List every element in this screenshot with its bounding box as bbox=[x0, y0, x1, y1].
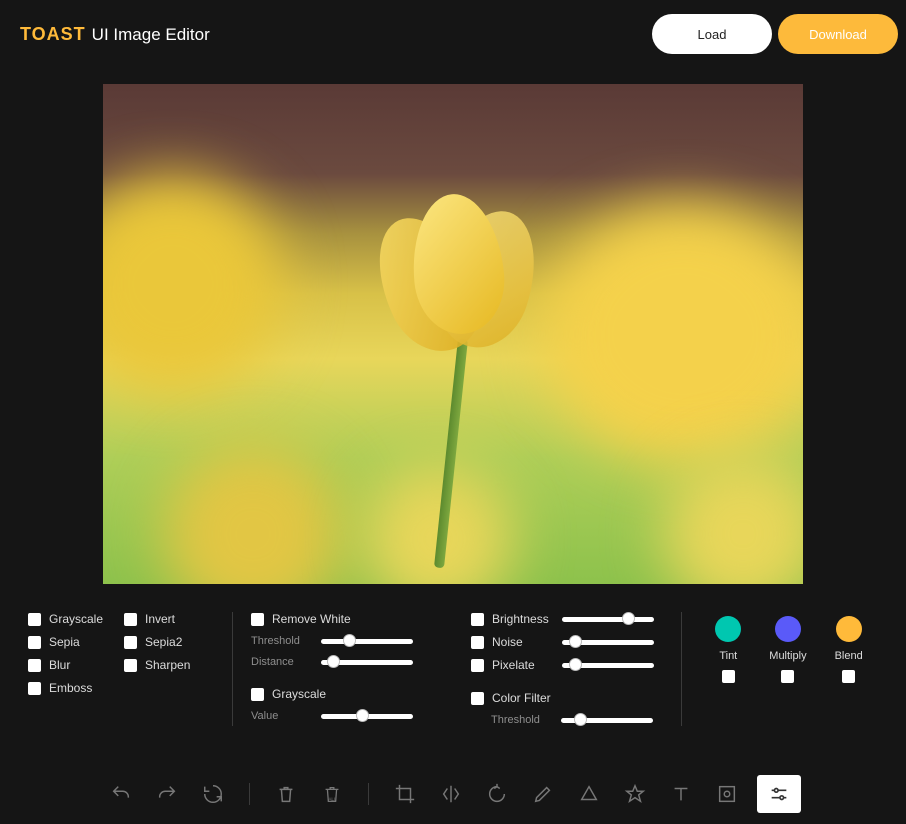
filter-label: Sharpen bbox=[145, 658, 190, 672]
checkbox-icon bbox=[251, 613, 264, 626]
reset-button[interactable] bbox=[197, 778, 229, 810]
blend-checkbox[interactable] bbox=[842, 670, 855, 683]
swatch-label: Tint bbox=[719, 650, 737, 662]
flip-button[interactable] bbox=[435, 778, 467, 810]
checkbox-icon bbox=[28, 636, 41, 649]
filter-color-filter[interactable]: Color Filter bbox=[471, 691, 671, 705]
brightness-slider[interactable] bbox=[562, 613, 654, 625]
checkbox-icon bbox=[471, 613, 484, 626]
grayscale-value-slider[interactable] bbox=[321, 710, 413, 722]
checkbox-icon bbox=[28, 659, 41, 672]
rotate-button[interactable] bbox=[481, 778, 513, 810]
filter-label: Sepia2 bbox=[145, 635, 182, 649]
swatch-label: Multiply bbox=[769, 650, 806, 662]
filter-blur[interactable]: Blur bbox=[28, 658, 124, 672]
swatch-label: Blend bbox=[835, 650, 863, 662]
checkbox-icon bbox=[471, 636, 484, 649]
text-button[interactable] bbox=[665, 778, 697, 810]
slider-label: Value bbox=[251, 710, 311, 722]
checkbox-icon bbox=[28, 682, 41, 695]
crop-button[interactable] bbox=[389, 778, 421, 810]
download-button[interactable]: Download bbox=[778, 14, 898, 54]
blend-color-swatch[interactable] bbox=[836, 616, 862, 642]
remove-white-threshold-slider[interactable] bbox=[321, 635, 413, 647]
image-canvas[interactable] bbox=[103, 84, 803, 584]
filter-label: Brightness bbox=[492, 612, 554, 626]
slider-label: Threshold bbox=[251, 635, 311, 647]
filter-label: Remove White bbox=[272, 612, 351, 626]
checkbox-icon bbox=[124, 636, 137, 649]
app-logo: TOAST UI Image Editor bbox=[20, 24, 210, 45]
filter-noise[interactable]: Noise bbox=[471, 635, 671, 649]
filter-label: Emboss bbox=[49, 681, 92, 695]
redo-button[interactable] bbox=[151, 778, 183, 810]
toolbar-divider bbox=[249, 783, 250, 805]
tint-checkbox[interactable] bbox=[722, 670, 735, 683]
toolbar-divider bbox=[368, 783, 369, 805]
filter-button[interactable] bbox=[757, 775, 801, 813]
checkbox-icon bbox=[471, 659, 484, 672]
filter-sepia[interactable]: Sepia bbox=[28, 635, 124, 649]
checkbox-icon bbox=[124, 659, 137, 672]
checkbox-icon bbox=[28, 613, 41, 626]
slider-label: Threshold bbox=[491, 714, 551, 726]
pixelate-slider[interactable] bbox=[562, 659, 654, 671]
bottom-toolbar: ALL bbox=[0, 764, 906, 824]
filter-sepia2[interactable]: Sepia2 bbox=[124, 635, 222, 649]
checkbox-icon bbox=[251, 688, 264, 701]
filter-sharpen[interactable]: Sharpen bbox=[124, 658, 222, 672]
delete-all-button[interactable]: ALL bbox=[316, 778, 348, 810]
logo-toast-text: TOAST bbox=[20, 24, 86, 45]
mask-button[interactable] bbox=[711, 778, 743, 810]
undo-button[interactable] bbox=[105, 778, 137, 810]
logo-subtitle: UI Image Editor bbox=[92, 25, 210, 45]
filter-label: Color Filter bbox=[492, 691, 551, 705]
svg-text:ALL: ALL bbox=[328, 796, 337, 801]
checkbox-icon bbox=[124, 613, 137, 626]
multiply-color-swatch[interactable] bbox=[775, 616, 801, 642]
filter-label: Pixelate bbox=[492, 658, 554, 672]
draw-button[interactable] bbox=[527, 778, 559, 810]
load-button[interactable]: Load bbox=[652, 14, 772, 54]
multiply-checkbox[interactable] bbox=[781, 670, 794, 683]
panel-divider bbox=[232, 612, 233, 726]
filter-label: Grayscale bbox=[272, 687, 326, 701]
tint-color-swatch[interactable] bbox=[715, 616, 741, 642]
filter-remove-white[interactable]: Remove White bbox=[251, 612, 451, 626]
delete-button[interactable] bbox=[270, 778, 302, 810]
slider-label: Distance bbox=[251, 656, 311, 668]
filter-invert[interactable]: Invert bbox=[124, 612, 222, 626]
filter-pixelate[interactable]: Pixelate bbox=[471, 658, 671, 672]
filter-label: Grayscale bbox=[49, 612, 103, 626]
filter-brightness[interactable]: Brightness bbox=[471, 612, 671, 626]
filter-grayscale[interactable]: Grayscale bbox=[28, 612, 124, 626]
checkbox-icon bbox=[471, 692, 484, 705]
filter-emboss[interactable]: Emboss bbox=[28, 681, 124, 695]
filter-grayscale-value[interactable]: Grayscale bbox=[251, 687, 451, 701]
color-filter-threshold-slider[interactable] bbox=[561, 714, 653, 726]
filter-label: Noise bbox=[492, 635, 554, 649]
shape-button[interactable] bbox=[573, 778, 605, 810]
filter-label: Sepia bbox=[49, 635, 80, 649]
noise-slider[interactable] bbox=[562, 636, 654, 648]
filter-panel: Grayscale Sepia Blur Emboss Invert Sepia… bbox=[0, 594, 906, 736]
panel-divider bbox=[681, 612, 682, 726]
filter-label: Invert bbox=[145, 612, 175, 626]
remove-white-distance-slider[interactable] bbox=[321, 656, 413, 668]
filter-label: Blur bbox=[49, 658, 70, 672]
icon-button[interactable] bbox=[619, 778, 651, 810]
